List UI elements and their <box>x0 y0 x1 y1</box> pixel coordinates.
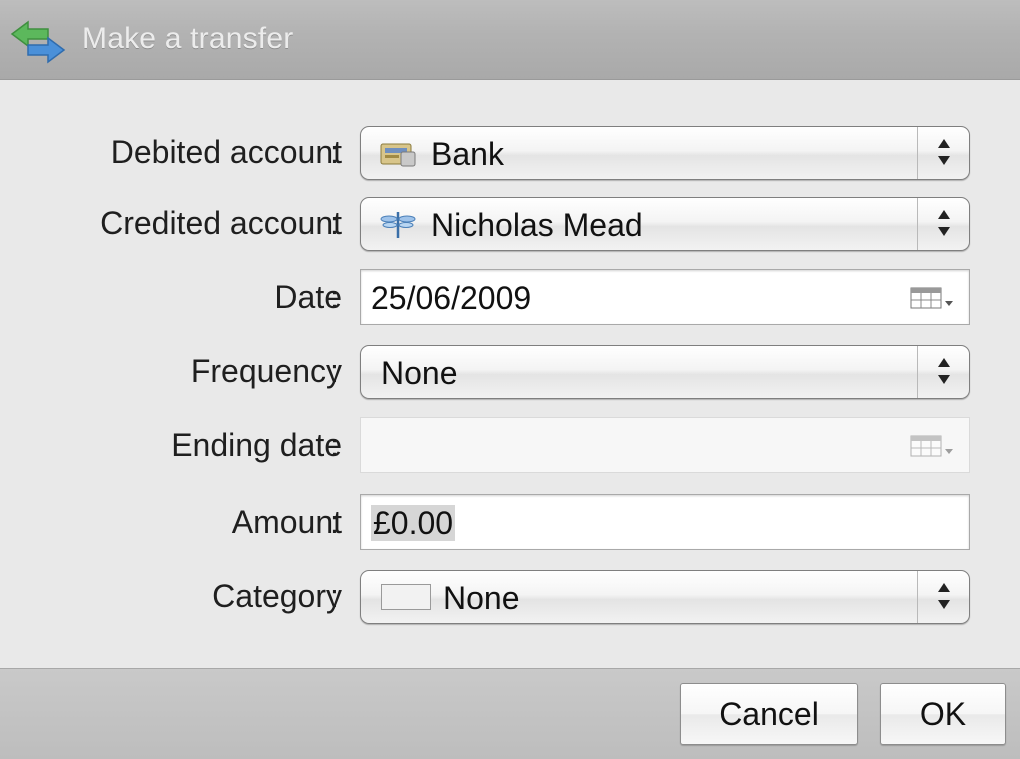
credited-account-select[interactable]: Nicholas Mead <box>360 197 970 251</box>
popup-arrows-icon <box>917 571 969 623</box>
frequency-value: None <box>381 355 458 391</box>
debited-account-value: Bank <box>431 136 504 172</box>
category-select[interactable]: None <box>360 570 970 624</box>
credited-account-label: Credited account <box>100 205 342 241</box>
colon: : <box>330 134 339 170</box>
amount-value: £0.00 <box>371 505 456 541</box>
category-value: None <box>443 580 520 616</box>
debited-account-select[interactable]: Bank <box>360 126 970 180</box>
window-title: Make a transfer <box>82 22 294 55</box>
colon: : <box>330 578 339 614</box>
popup-arrows-icon <box>917 198 969 250</box>
cancel-button[interactable]: Cancel <box>680 683 858 745</box>
transfer-arrows-icon <box>10 20 66 64</box>
form-panel: Debited account : Bank Credited account … <box>0 80 1020 668</box>
colon: : <box>330 279 339 315</box>
amount-field[interactable]: £0.00 <box>360 494 970 550</box>
frequency-label: Frequency <box>190 353 342 389</box>
colon: : <box>330 504 339 540</box>
popup-arrows-icon <box>917 127 969 179</box>
ending-date-label: Ending date <box>171 427 342 463</box>
ending-date-field[interactable] <box>360 417 970 473</box>
window-titlebar: Make a transfer <box>0 0 1020 80</box>
dragonfly-icon <box>380 212 416 238</box>
credited-account-value: Nicholas Mead <box>431 207 643 243</box>
ok-button[interactable]: OK <box>880 683 1006 745</box>
frequency-select[interactable]: None <box>360 345 970 399</box>
calendar-icon[interactable] <box>909 433 957 459</box>
calendar-icon[interactable] <box>909 285 957 311</box>
colon: : <box>330 353 339 389</box>
category-label: Category <box>212 578 342 614</box>
category-color-swatch <box>381 584 431 610</box>
date-field[interactable]: 25/06/2009 <box>360 269 970 325</box>
popup-arrows-icon <box>917 346 969 398</box>
dialog-footer: Cancel OK <box>0 668 1020 759</box>
debited-account-label: Debited account <box>110 134 342 170</box>
colon: : <box>330 205 339 241</box>
colon: : <box>330 427 339 463</box>
date-value: 25/06/2009 <box>371 280 532 316</box>
bank-account-icon <box>380 143 416 167</box>
amount-label: Amount <box>231 504 342 540</box>
